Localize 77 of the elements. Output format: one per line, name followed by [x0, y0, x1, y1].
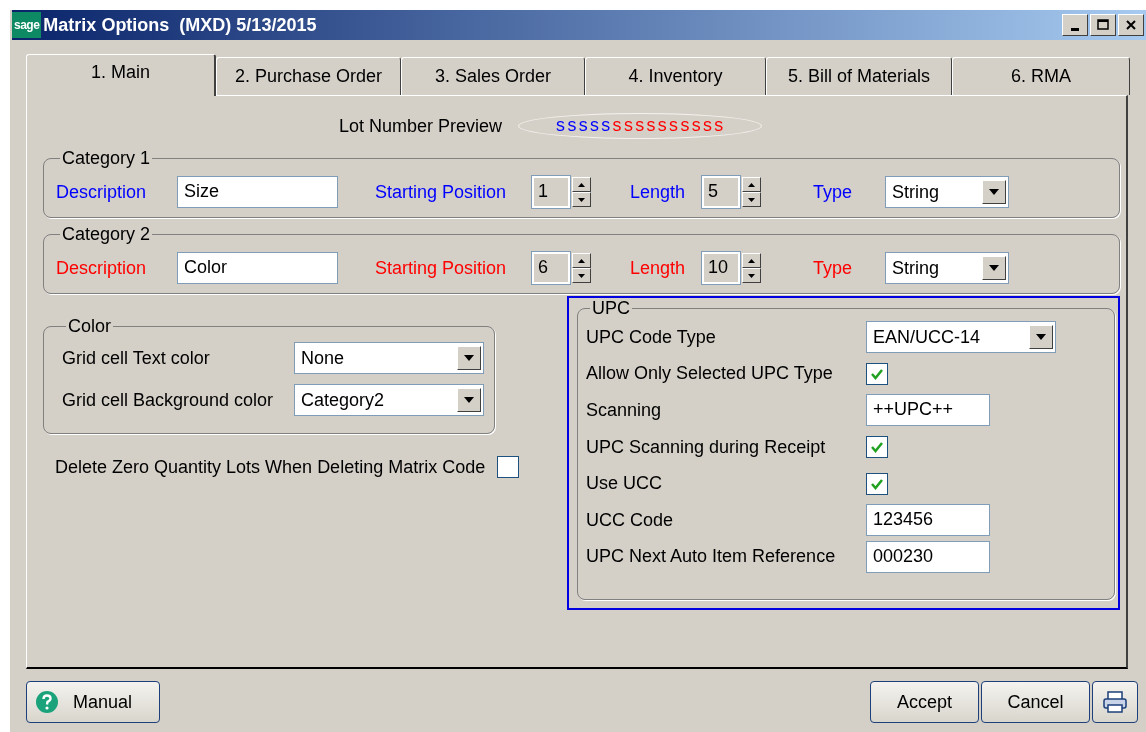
input-field[interactable]: ++UPC++ — [866, 394, 991, 427]
spin-up-button[interactable] — [572, 177, 591, 192]
up-arrow-icon — [578, 258, 585, 263]
spinner-field[interactable]: 1 — [532, 176, 570, 208]
spin-up-button[interactable] — [572, 253, 591, 268]
color-dropdown[interactable]: None — [294, 342, 484, 374]
group-title: Category 1 — [61, 148, 152, 169]
checkbox-label: Delete Zero Quantity Lots When Deleting Matrix Code — [55, 456, 486, 478]
tab[interactable]: 2. Purchase Order — [216, 57, 401, 95]
color-dropdown[interactable]: Category2 — [294, 384, 484, 416]
tab[interactable]: 5. Bill of Materials — [766, 57, 952, 95]
spinner-field[interactable]: 6 — [532, 252, 570, 284]
field-label: UPC Next Auto Item Reference — [586, 546, 837, 568]
down-arrow-icon — [578, 197, 585, 202]
spinner-field[interactable]: 10 — [702, 252, 740, 284]
down-arrow-icon — [578, 273, 585, 278]
field-label: Length — [630, 257, 687, 279]
minimize-icon — [1071, 27, 1079, 31]
field-label: UPC Scanning during Receipt — [586, 436, 827, 458]
printer-icon — [1102, 690, 1128, 714]
down-arrow-icon — [748, 273, 755, 278]
window-title: Matrix Options (MXD) 5/13/2015 — [43, 14, 317, 36]
group-title: Category 2 — [61, 224, 152, 245]
minimize-button[interactable] — [1062, 14, 1088, 36]
tab[interactable]: 3. Sales Order — [401, 57, 585, 95]
checkbox[interactable] — [866, 362, 889, 385]
up-arrow-icon — [578, 182, 585, 187]
field-label: Starting Position — [375, 181, 508, 203]
checkbox[interactable] — [866, 436, 889, 459]
field-label: Use UCC — [586, 473, 664, 495]
help-icon — [35, 690, 59, 714]
spin-down-button[interactable] — [572, 268, 591, 283]
down-arrow-icon — [748, 197, 755, 202]
checkbox[interactable] — [497, 456, 520, 478]
field-label: Description — [56, 257, 148, 279]
tab[interactable]: 1. Main — [26, 54, 216, 96]
field-label: Description — [56, 181, 148, 203]
print-button[interactable] — [1092, 681, 1138, 723]
type-dropdown[interactable]: String — [885, 252, 1009, 284]
up-arrow-icon — [748, 258, 755, 263]
field-label: Grid cell Background color — [62, 389, 274, 411]
field-label: Grid cell Text color — [62, 347, 210, 369]
code-type-dropdown[interactable]: EAN/UCC-14 — [866, 321, 1057, 354]
input-field[interactable]: 123456 — [866, 504, 991, 537]
manual-button[interactable]: Manual — [26, 681, 160, 723]
input-field[interactable]: Size — [177, 176, 338, 208]
field-label: Type — [813, 181, 854, 203]
field-label: Scanning — [586, 400, 663, 421]
spin-down-button[interactable] — [742, 192, 761, 207]
group-title: Color — [67, 316, 112, 337]
tab[interactable]: 4. Inventory — [585, 57, 766, 95]
accept-button[interactable]: Accept — [870, 681, 979, 723]
app-logo: sage — [12, 12, 42, 38]
field-label: Type — [813, 257, 854, 279]
field-label: UPC Code Type — [586, 326, 717, 348]
spin-up-button[interactable] — [742, 177, 761, 192]
spin-down-button[interactable] — [572, 192, 591, 207]
up-arrow-icon — [748, 182, 755, 187]
maximize-icon — [1096, 18, 1110, 32]
input-field[interactable]: 000230 — [866, 540, 991, 573]
spinner-field[interactable]: 5 — [702, 176, 740, 208]
checkbox[interactable] — [866, 472, 889, 495]
field-label: Allow Only Selected UPC Type — [586, 363, 834, 385]
type-dropdown[interactable]: String — [885, 176, 1009, 208]
spin-down-button[interactable] — [742, 268, 761, 283]
spin-up-button[interactable] — [742, 253, 761, 268]
field-label: Starting Position — [375, 257, 508, 279]
close-icon — [1124, 18, 1138, 32]
cancel-button[interactable]: Cancel — [981, 681, 1090, 723]
field-label: Length — [630, 181, 687, 203]
group-title: UPC — [591, 298, 632, 319]
maximize-button[interactable] — [1090, 14, 1116, 36]
close-button[interactable] — [1118, 14, 1144, 36]
tab[interactable]: 6. RMA — [952, 57, 1130, 95]
lot-number-label: Lot Number Preview — [339, 115, 503, 137]
field-label: UCC Code — [586, 509, 675, 531]
input-field[interactable]: Color — [177, 252, 338, 284]
